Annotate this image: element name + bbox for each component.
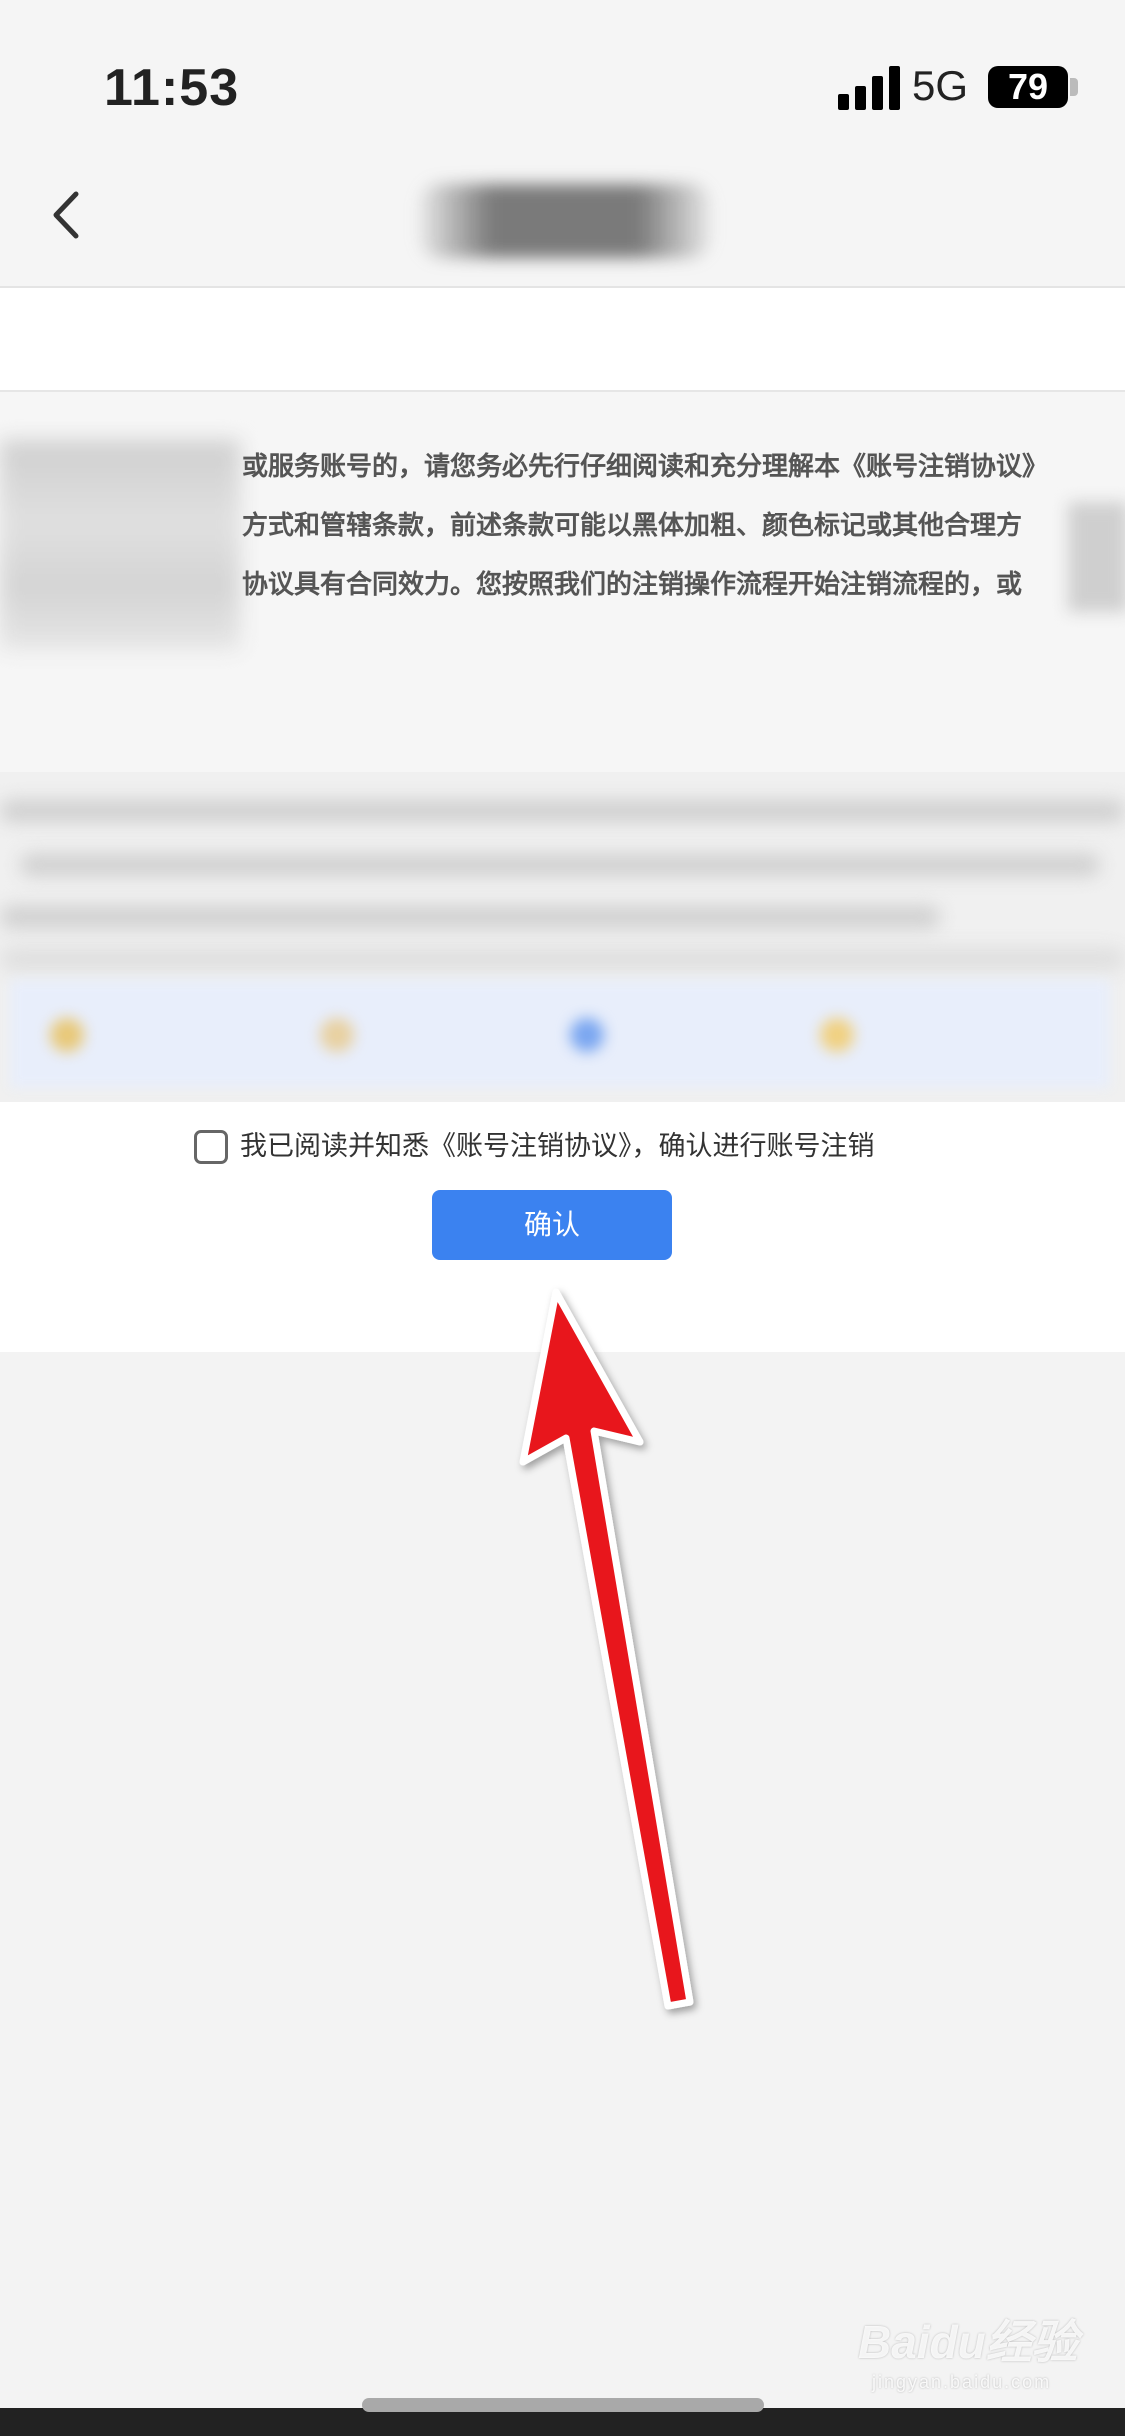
bottom-bar: [0, 2408, 1125, 2436]
confirm-button[interactable]: 确认: [432, 1190, 672, 1260]
blurred-line: [0, 906, 940, 928]
blurred-tab-icon: [320, 1018, 354, 1052]
agreement-body: 或服务账号的，请您务必先行仔细阅读和充分理解本《账号注销协议》 方式和管辖条款，…: [242, 438, 1072, 615]
blurred-text-block: [1068, 502, 1125, 612]
baidu-watermark: Baidu经验 jingyan.baidu.com: [858, 2306, 1078, 2393]
agreement-line: 协议具有合同效力。您按照我们的注销操作流程开始注销流程的，或: [242, 570, 1023, 600]
agreement-line: 方式和管辖条款，前述条款可能以黑体加粗、颜色标记或其他合理方: [242, 511, 1023, 541]
status-bar: 11:53 5G 79: [0, 0, 1125, 180]
blurred-tab-icon: [820, 1018, 854, 1052]
chevron-left-icon[interactable]: [36, 180, 106, 250]
network-type: 5G: [912, 62, 969, 109]
blurred-content-section: [0, 772, 1125, 1102]
battery-cap: [1070, 78, 1078, 96]
blurred-tab-icon: [570, 1018, 604, 1052]
agree-checkbox[interactable]: [194, 1130, 228, 1164]
header-spacer: [0, 288, 1125, 392]
blurred-line: [0, 948, 1125, 970]
blurred-line: [0, 800, 1125, 822]
blurred-tab-bar: [10, 980, 1110, 1088]
blurred-line: [20, 854, 1100, 876]
agreement-text-section: 或服务账号的，请您务必先行仔细阅读和充分理解本《账号注销协议》 方式和管辖条款，…: [0, 392, 1125, 772]
agreement-line: 或服务账号的，请您务必先行仔细阅读和充分理解本《账号注销协议》: [242, 452, 1049, 482]
signal-icon: [838, 66, 900, 110]
battery-icon: 79: [988, 66, 1068, 108]
agree-label[interactable]: 我已阅读并知悉《账号注销协议》，确认进行账号注销: [240, 1124, 875, 1163]
home-indicator[interactable]: [362, 2398, 764, 2412]
navigation-bar: [0, 180, 1125, 288]
watermark-url: jingyan.baidu.com: [872, 2372, 1052, 2392]
watermark-logo: Baidu经验: [858, 2316, 1078, 2368]
page-title-blurred: [420, 184, 710, 258]
status-time: 11:53: [104, 59, 240, 117]
blurred-text-block: [0, 440, 240, 650]
confirm-panel: 我已阅读并知悉《账号注销协议》，确认进行账号注销 确认: [0, 1102, 1125, 1352]
blurred-tab-icon: [50, 1018, 84, 1052]
